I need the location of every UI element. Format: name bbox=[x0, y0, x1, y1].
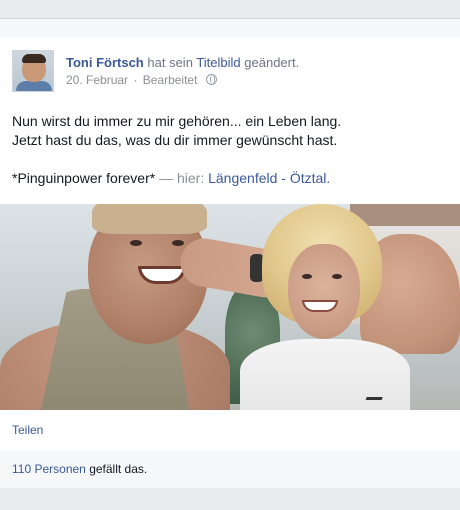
post-header: Toni Förtsch hat sein Titelbild geändert… bbox=[12, 50, 452, 96]
place-dash: — bbox=[159, 170, 174, 186]
photo-girl-face bbox=[288, 244, 360, 339]
photo-boy-eye bbox=[172, 240, 184, 246]
place-prefix: hier: bbox=[176, 170, 205, 186]
post-text-line: Nun wirst du immer zu mir gehören... ein… bbox=[12, 113, 342, 129]
author-avatar[interactable] bbox=[12, 50, 54, 92]
cover-photo-link[interactable]: Titelbild bbox=[196, 55, 240, 70]
post-date-link[interactable]: 20. Februar bbox=[66, 73, 128, 87]
post-text: Nun wirst du immer zu mir gehören... ein… bbox=[12, 112, 452, 188]
post-title-line: Toni Förtsch hat sein Titelbild geändert… bbox=[66, 55, 299, 70]
meta-separator: · bbox=[133, 73, 138, 87]
photo-boy-eye bbox=[130, 240, 142, 246]
place-link[interactable]: Längenfeld - Ötztal. bbox=[208, 170, 330, 186]
photo-girl-eye bbox=[332, 274, 342, 279]
likes-summary: 110 Personen gefällt das. bbox=[12, 462, 147, 476]
photo-girl-top bbox=[240, 339, 410, 410]
avatar-shirt bbox=[16, 81, 52, 91]
photo-girl-eye bbox=[302, 274, 312, 279]
globe-icon[interactable] bbox=[205, 74, 217, 85]
likes-count-link[interactable]: 110 Personen bbox=[12, 462, 86, 476]
action-suffix: geändert. bbox=[244, 55, 300, 70]
post-tag-text: *Pinguinpower forever* bbox=[12, 170, 156, 186]
previous-post-edge bbox=[0, 18, 460, 40]
likes-bar: 110 Personen gefällt das. bbox=[0, 450, 460, 488]
feed-post: Toni Förtsch hat sein Titelbild geändert… bbox=[0, 38, 460, 489]
likes-suffix: gefällt das. bbox=[89, 462, 148, 476]
post-meta: 20. Februar · Bearbeitet bbox=[66, 73, 217, 87]
post-text-line: Jetzt hast du das, was du dir immer gewü… bbox=[12, 132, 338, 148]
feed-background-top bbox=[0, 0, 460, 18]
post-actions: Teilen bbox=[0, 410, 460, 451]
cover-photo[interactable] bbox=[0, 204, 460, 410]
share-button[interactable]: Teilen bbox=[12, 423, 43, 437]
action-text: hat sein bbox=[147, 55, 193, 70]
feed-background-bottom bbox=[0, 488, 460, 510]
edited-label[interactable]: Bearbeitet bbox=[143, 73, 198, 87]
photo-roof bbox=[350, 204, 460, 226]
avatar-hair bbox=[22, 54, 46, 63]
post-tag-line: *Pinguinpower forever* — hier: Längenfel… bbox=[12, 169, 452, 188]
photo-boy-hair bbox=[92, 204, 207, 234]
author-name-link[interactable]: Toni Förtsch bbox=[66, 55, 144, 70]
